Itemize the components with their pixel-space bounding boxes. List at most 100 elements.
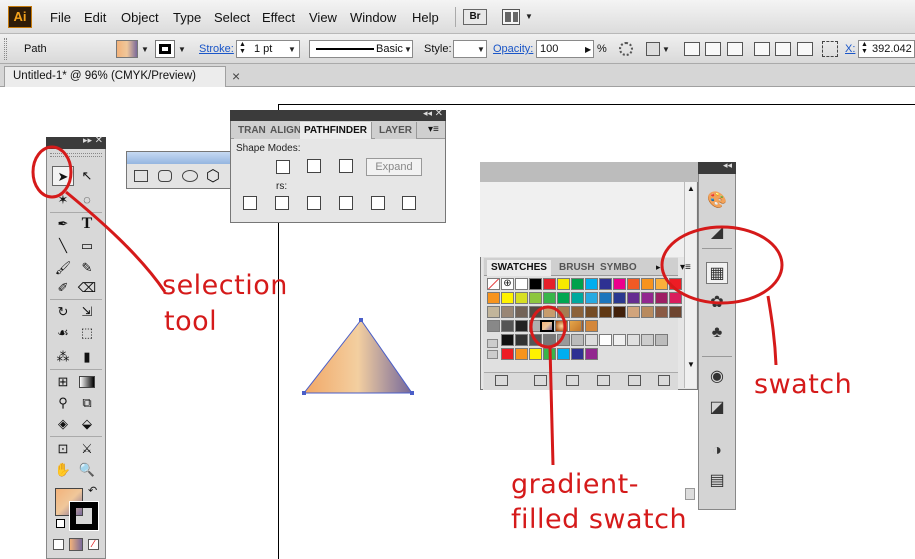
color-swatch[interactable] bbox=[571, 306, 584, 318]
tab-symbols[interactable]: SYMBO bbox=[596, 260, 641, 276]
color-swatch[interactable] bbox=[529, 278, 542, 290]
x-stepper-icon[interactable]: ▲ ▼ bbox=[861, 41, 868, 55]
color-swatch[interactable] bbox=[557, 278, 570, 290]
color-swatch[interactable] bbox=[655, 306, 668, 318]
color-swatch[interactable] bbox=[543, 306, 556, 318]
tab-brushes[interactable]: BRUSH bbox=[555, 260, 599, 276]
menu-object[interactable]: Object bbox=[121, 10, 159, 25]
color-swatch[interactable] bbox=[487, 306, 500, 318]
new-swatch-icon[interactable] bbox=[628, 375, 641, 386]
menu-window[interactable]: Window bbox=[350, 10, 396, 25]
color-swatch[interactable] bbox=[515, 278, 528, 290]
magic-wand-icon[interactable]: ✶ bbox=[52, 190, 74, 210]
lasso-icon[interactable]: ◌ bbox=[76, 190, 98, 210]
pathfinder-panel-header[interactable]: ◂◂ ✕ bbox=[230, 108, 446, 121]
color-swatch[interactable] bbox=[543, 292, 556, 304]
color-swatch[interactable] bbox=[487, 320, 500, 332]
color-swatch[interactable] bbox=[613, 306, 626, 318]
menu-effect[interactable]: Effect bbox=[262, 10, 295, 25]
close-icon[interactable]: ✕ bbox=[435, 108, 443, 119]
color-swatch[interactable] bbox=[599, 334, 612, 346]
color-swatch[interactable] bbox=[515, 348, 528, 360]
color-swatch[interactable] bbox=[585, 320, 598, 332]
color-swatch[interactable] bbox=[543, 278, 556, 290]
align-middle-icon[interactable] bbox=[775, 42, 791, 56]
color-swatch[interactable] bbox=[599, 292, 612, 304]
brush-dropdown-icon[interactable]: ▼ bbox=[404, 45, 412, 54]
menu-type[interactable]: Type bbox=[173, 10, 201, 25]
color-swatch[interactable] bbox=[487, 292, 500, 304]
outline-icon[interactable] bbox=[371, 196, 385, 210]
line-icon[interactable]: ╲ bbox=[52, 236, 74, 256]
arrange-dropdown-icon[interactable]: ▼ bbox=[525, 12, 533, 21]
color-swatch[interactable] bbox=[501, 348, 514, 360]
color-swatch[interactable] bbox=[669, 306, 682, 318]
none-swatch[interactable] bbox=[487, 278, 500, 290]
color-swatch[interactable] bbox=[571, 334, 584, 346]
align-bottom-icon[interactable] bbox=[797, 42, 813, 56]
color-swatch[interactable] bbox=[655, 278, 668, 290]
default-colors-icon[interactable] bbox=[56, 519, 65, 528]
rectangle-shape-icon[interactable] bbox=[134, 170, 148, 182]
align-to-icon[interactable] bbox=[646, 42, 660, 56]
color-swatch[interactable] bbox=[641, 306, 654, 318]
polygon-icon[interactable]: ⬡ bbox=[206, 166, 220, 186]
menu-help[interactable]: Help bbox=[412, 10, 439, 25]
color-swatch[interactable] bbox=[557, 292, 570, 304]
gradient-triangle[interactable] bbox=[300, 318, 420, 398]
symbol-sprayer-icon[interactable]: ⁂ bbox=[52, 347, 74, 367]
stroke-swatch[interactable] bbox=[69, 501, 99, 531]
color-swatch[interactable] bbox=[501, 334, 514, 346]
stroke-dropdown-icon[interactable]: ▼ bbox=[178, 45, 186, 54]
crop-icon[interactable] bbox=[339, 196, 353, 210]
color-swatch[interactable] bbox=[627, 334, 640, 346]
mesh-icon[interactable]: ⊞ bbox=[52, 372, 74, 392]
color-swatch[interactable] bbox=[641, 334, 654, 346]
color-swatch[interactable] bbox=[571, 348, 584, 360]
color-swatch[interactable] bbox=[599, 278, 612, 290]
color-swatch[interactable] bbox=[529, 292, 542, 304]
color-swatch[interactable] bbox=[529, 306, 542, 318]
color-swatch[interactable] bbox=[641, 278, 654, 290]
registration-swatch[interactable]: ⊕ bbox=[501, 278, 514, 290]
radial-gradient-swatch[interactable] bbox=[555, 320, 568, 332]
tab-swatches[interactable]: SWATCHES bbox=[487, 260, 551, 276]
color-swatch[interactable] bbox=[515, 334, 528, 346]
brushes-icon[interactable]: ✿ bbox=[706, 292, 728, 314]
expand-button[interactable]: Expand bbox=[366, 158, 422, 176]
color-swatch[interactable] bbox=[585, 292, 598, 304]
color-swatch[interactable] bbox=[627, 278, 640, 290]
color-swatch[interactable] bbox=[515, 320, 528, 332]
color-swatch[interactable] bbox=[557, 306, 570, 318]
color-swatch[interactable] bbox=[599, 306, 612, 318]
symbols-club-icon[interactable]: ♣ bbox=[706, 322, 728, 344]
color-guide-icon[interactable]: 🎨 bbox=[706, 190, 728, 212]
gradient-icon[interactable] bbox=[76, 372, 98, 392]
bridge-button[interactable]: Br bbox=[463, 9, 487, 25]
color-swatch[interactable] bbox=[669, 278, 682, 290]
control-bar-grip[interactable] bbox=[4, 38, 7, 60]
color-swatch[interactable] bbox=[613, 334, 626, 346]
color-swatch[interactable] bbox=[641, 292, 654, 304]
paintbrush-icon[interactable]: 🖌 bbox=[52, 258, 74, 278]
tools-grip[interactable] bbox=[50, 153, 102, 157]
intersect-icon[interactable] bbox=[307, 159, 321, 173]
direct-selection-icon[interactable]: ↖ bbox=[76, 166, 98, 186]
menu-edit[interactable]: Edit bbox=[84, 10, 106, 25]
slice-icon[interactable]: ⚔ bbox=[76, 439, 98, 459]
live-paint-select-icon[interactable]: ⬙ bbox=[76, 414, 98, 434]
hand-icon[interactable]: ✋ bbox=[52, 460, 74, 480]
transparency-icon[interactable]: ◑ bbox=[706, 440, 728, 462]
transform-reference-icon[interactable] bbox=[822, 41, 838, 57]
tab-pathfinder[interactable]: PATHFINDER bbox=[300, 122, 372, 139]
new-color-group-icon[interactable] bbox=[597, 375, 610, 386]
tab-overflow-icon[interactable]: ▸ bbox=[656, 262, 661, 273]
color-swatch[interactable] bbox=[501, 306, 514, 318]
swatch-libraries-icon[interactable] bbox=[495, 375, 508, 386]
swap-fill-stroke-icon[interactable]: ↶ bbox=[88, 484, 97, 497]
pen-icon[interactable]: ✒ bbox=[52, 214, 74, 234]
appearance-icon[interactable]: ▤ bbox=[706, 470, 728, 492]
panel-scrollbar[interactable]: ▲ ▼ bbox=[684, 182, 696, 388]
align-left-icon[interactable] bbox=[684, 42, 700, 56]
graph-icon[interactable]: ▮ bbox=[76, 347, 98, 367]
